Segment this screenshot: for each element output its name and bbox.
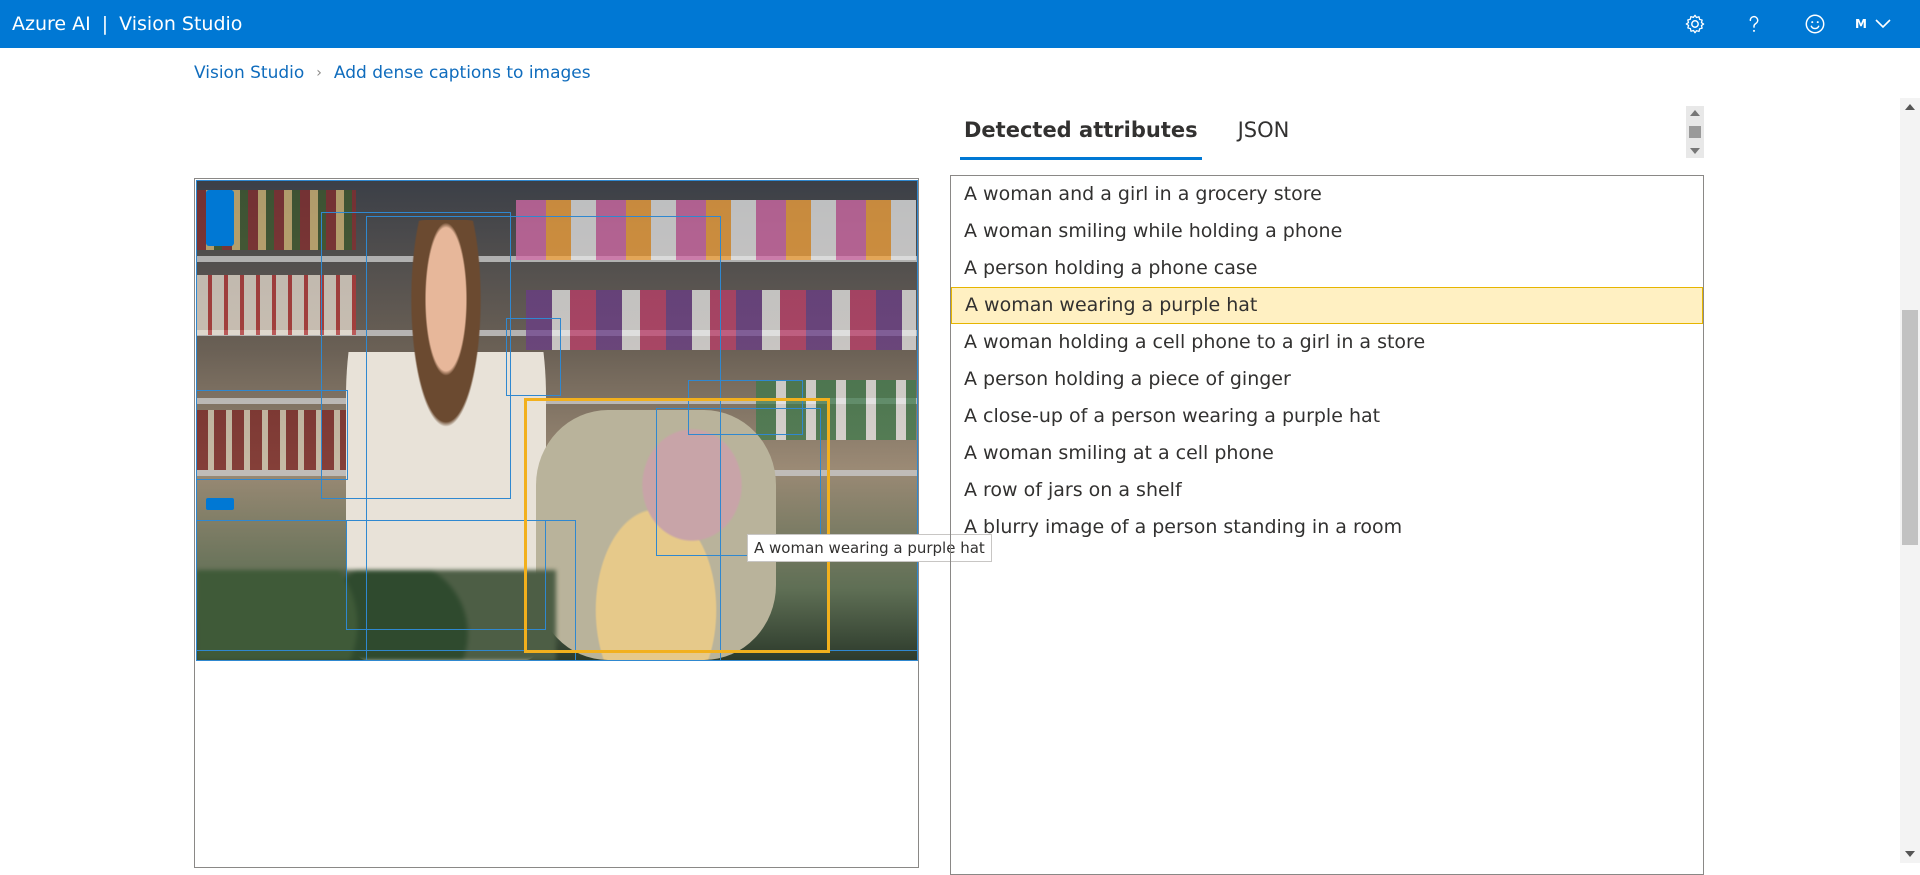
breadcrumb-current-page[interactable]: Add dense captions to images: [334, 63, 591, 83]
feedback-smiley-icon[interactable]: [1799, 8, 1831, 40]
user-initial: M: [1855, 17, 1867, 31]
caption-item[interactable]: A woman and a girl in a grocery store: [951, 176, 1703, 213]
tab-json[interactable]: JSON: [1234, 110, 1294, 160]
scroll-thumb[interactable]: [1902, 310, 1918, 545]
brand-name: Azure AI: [12, 13, 91, 35]
scroll-down-arrow[interactable]: [1905, 851, 1915, 857]
caption-item[interactable]: A close-up of a person wearing a purple …: [951, 398, 1703, 435]
product-name: Vision Studio: [119, 13, 243, 35]
caption-item[interactable]: A woman smiling while holding a phone: [951, 213, 1703, 250]
result-tabs: Detected attributes JSON: [960, 110, 1293, 160]
zoom-reset-button[interactable]: [206, 498, 234, 510]
caption-item[interactable]: A blurry image of a person standing in a…: [951, 509, 1703, 546]
app-brand[interactable]: Azure AI | Vision Studio: [12, 0, 242, 48]
selected-bounding-box[interactable]: [524, 398, 830, 653]
caption-item[interactable]: A person holding a phone case: [951, 250, 1703, 287]
page-scrollbar[interactable]: [1900, 98, 1920, 863]
gear-icon[interactable]: [1679, 8, 1711, 40]
analyzed-photo: [196, 180, 918, 661]
caption-item[interactable]: A woman holding a cell phone to a girl i…: [951, 324, 1703, 361]
bounding-box[interactable]: [506, 318, 561, 396]
scroll-up-arrow[interactable]: [1905, 104, 1915, 110]
help-icon[interactable]: [1738, 8, 1770, 40]
breadcrumb-vision-studio[interactable]: Vision Studio: [194, 63, 304, 83]
tab-detected-attributes[interactable]: Detected attributes: [960, 110, 1202, 160]
brand-separator: |: [101, 13, 109, 35]
caption-item[interactable]: A woman smiling at a cell phone: [951, 435, 1703, 472]
bounding-box[interactable]: [346, 520, 546, 630]
bounding-box[interactable]: [196, 390, 348, 480]
chevron-right-icon: ›: [316, 65, 322, 81]
tabs-scrollbar[interactable]: [1686, 106, 1704, 158]
caption-list: A woman and a girl in a grocery store A …: [950, 175, 1704, 875]
image-preview-panel: A woman wearing a purple hat: [194, 178, 992, 868]
chevron-down-icon: [1875, 19, 1891, 29]
zoom-controls[interactable]: [206, 190, 234, 246]
account-menu[interactable]: M: [1855, 12, 1905, 36]
caption-item[interactable]: A person holding a piece of ginger: [951, 361, 1703, 398]
top-bar: Azure AI | Vision Studio M: [0, 0, 1920, 48]
caption-item-selected[interactable]: A woman wearing a purple hat: [951, 287, 1703, 324]
caption-item[interactable]: A row of jars on a shelf: [951, 472, 1703, 509]
breadcrumb: Vision Studio › Add dense captions to im…: [194, 60, 591, 86]
